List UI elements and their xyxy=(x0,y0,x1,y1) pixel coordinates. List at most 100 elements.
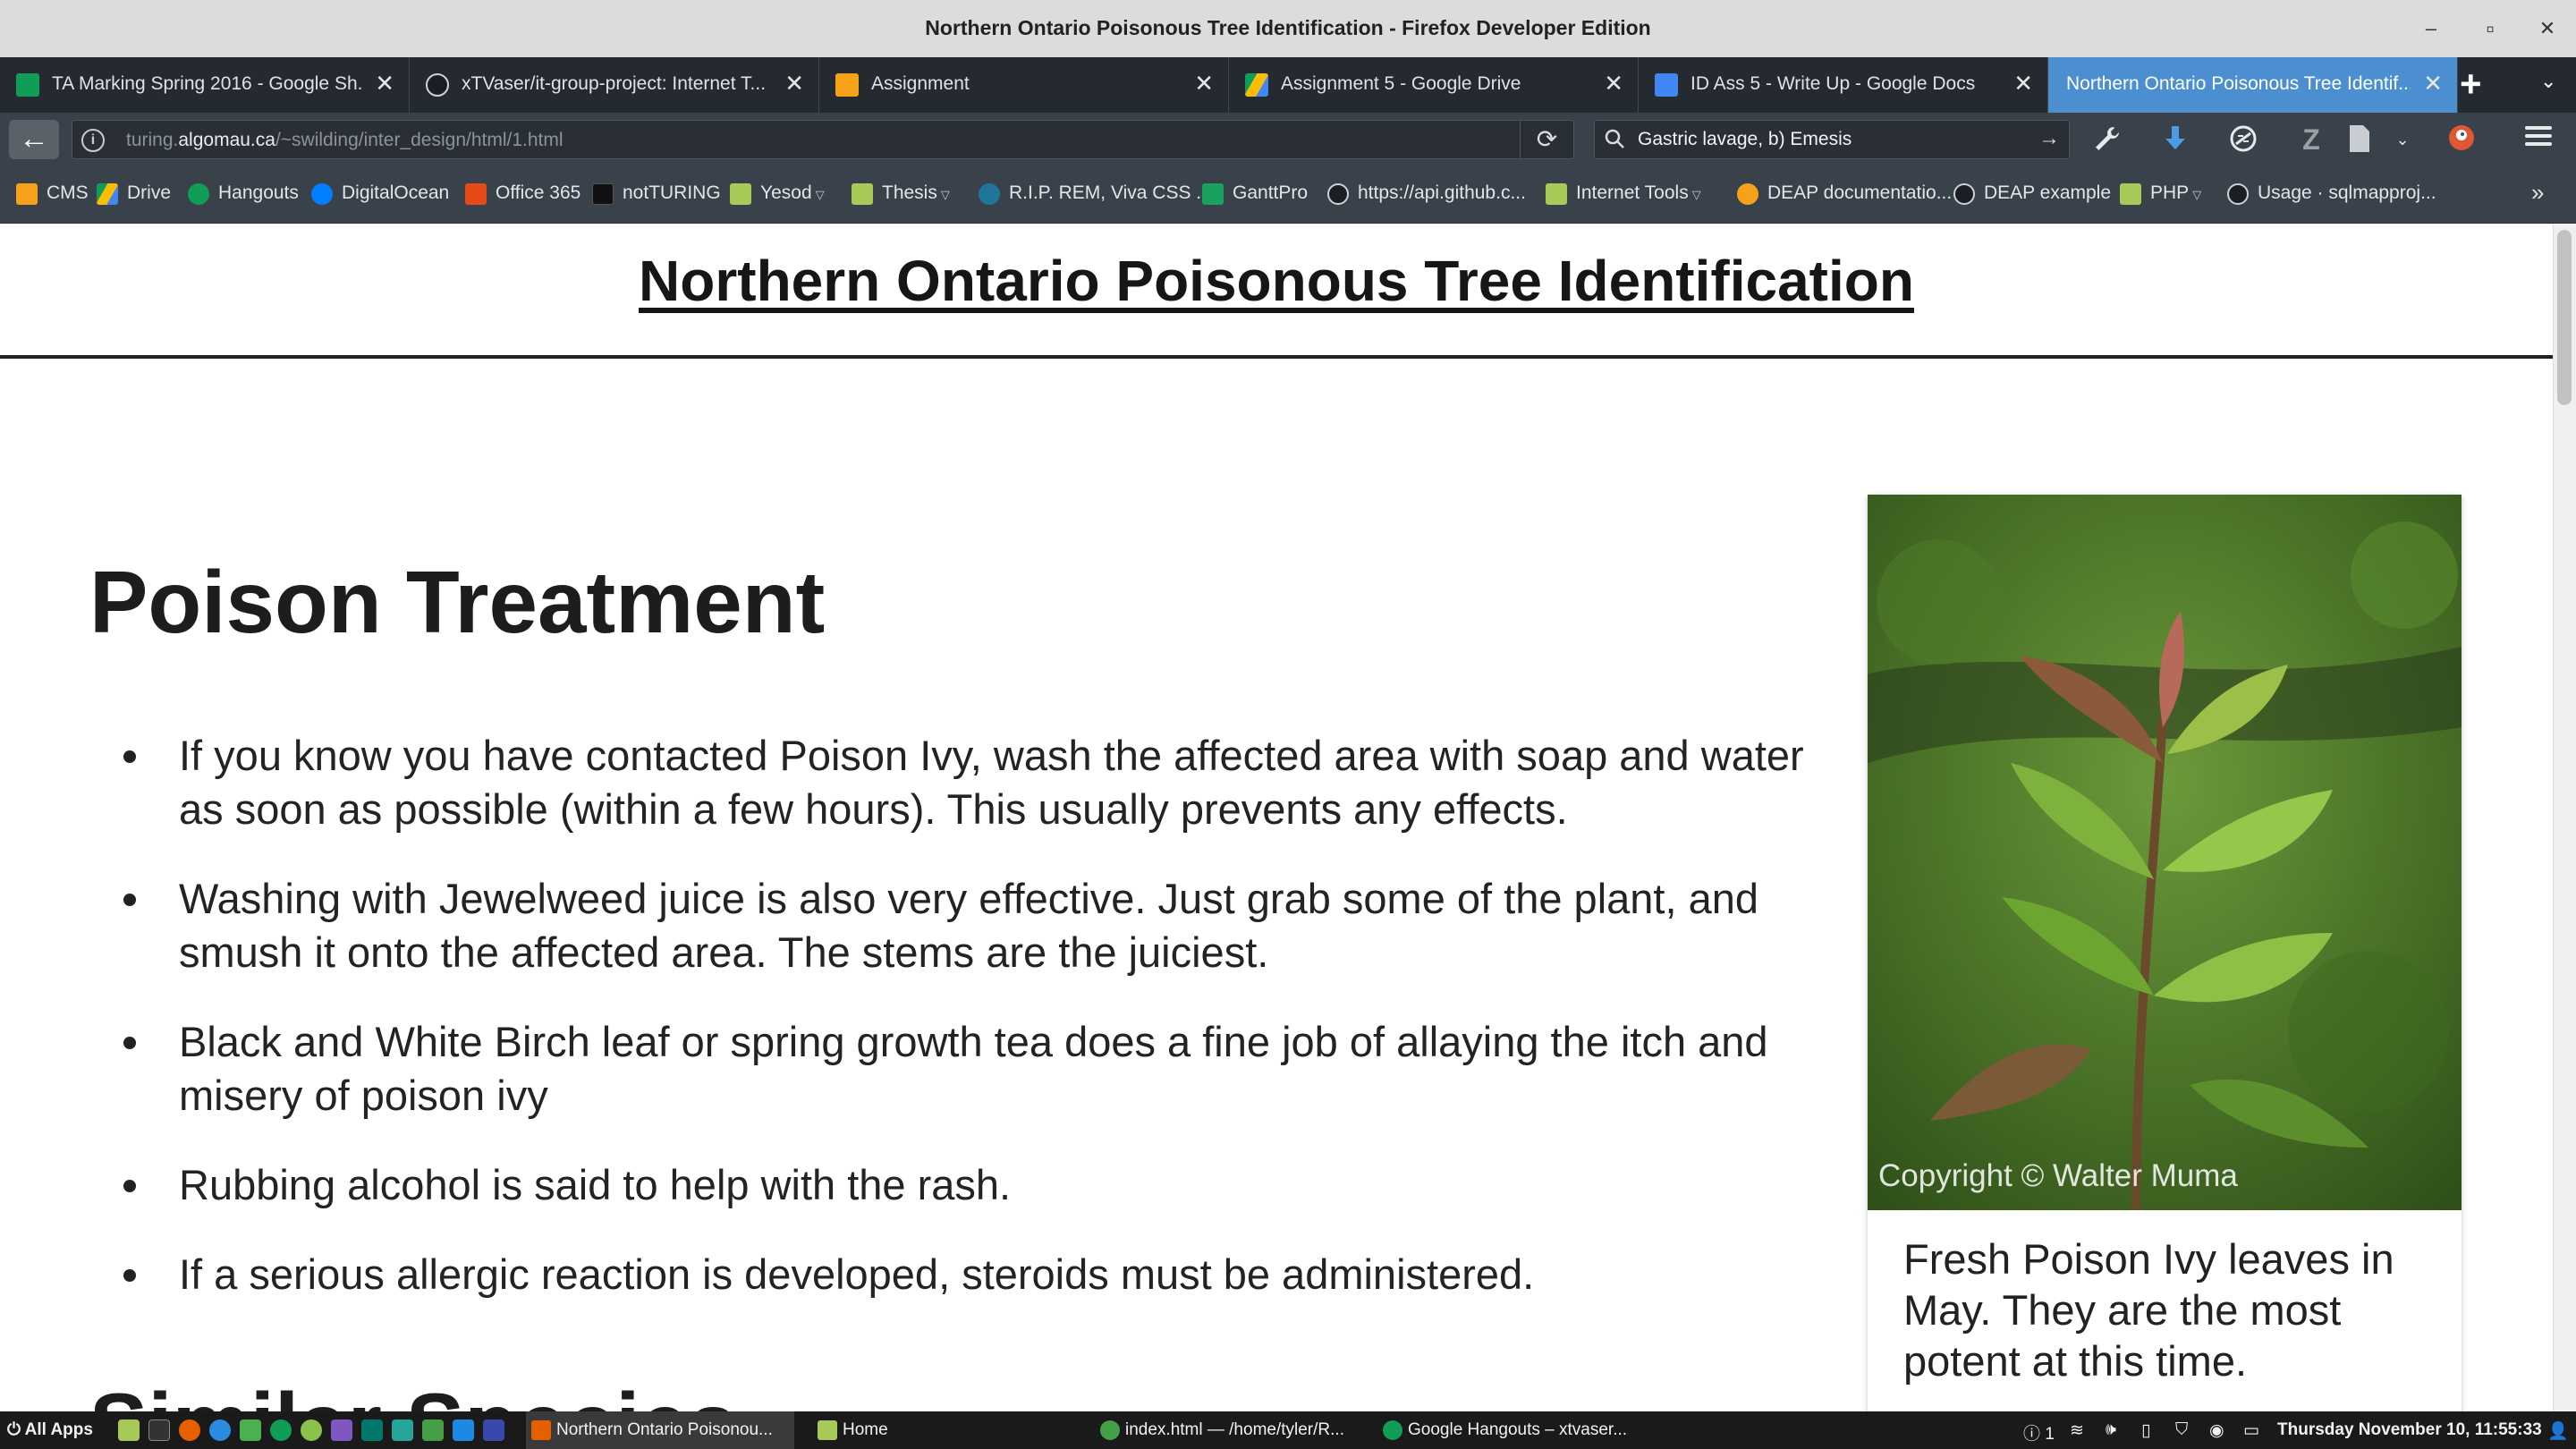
app-icon[interactable] xyxy=(453,1419,474,1441)
notifications-icon[interactable]: ⓘ 1 xyxy=(2023,1420,2055,1445)
taskbar-item-editor[interactable]: index.html — /home/tyler/R... xyxy=(1095,1411,1363,1449)
app-icon[interactable] xyxy=(392,1419,413,1441)
bookmark-folder-thesis[interactable]: Thesis ▽ xyxy=(852,182,950,208)
user-icon[interactable]: 👤 xyxy=(2547,1420,2569,1442)
new-tab-button[interactable]: + xyxy=(2460,63,2482,106)
minimize-button[interactable]: – xyxy=(2415,13,2447,45)
url-text[interactable]: turing.algomau.ca/~swilding/inter_design… xyxy=(126,130,564,151)
bookmarks-toolbar: CMS Drive Hangouts DigitalOcean Office 3… xyxy=(0,166,2576,224)
bookmark-folder-php[interactable]: PHP ▽ xyxy=(2120,182,2201,208)
site-title: Northern Ontario Poisonous Tree Identifi… xyxy=(639,249,1914,313)
search-bar[interactable]: → xyxy=(1594,120,2070,159)
firefox-icon xyxy=(531,1420,551,1440)
browser-icon[interactable] xyxy=(209,1419,231,1441)
folder-icon xyxy=(2120,183,2141,205)
bookmark-cms[interactable]: CMS xyxy=(16,182,89,208)
tab-strip: TA Marking Spring 2016 - Google Sh... ✕ … xyxy=(0,57,2576,113)
menu-hamburger-icon[interactable] xyxy=(2522,122,2555,154)
taskbar-item-firefox[interactable]: Northern Ontario Poisonou... xyxy=(526,1411,794,1449)
bookmark-deap-docs[interactable]: DEAP documentatio... xyxy=(1737,182,1952,208)
reload-button[interactable]: ⟳ xyxy=(1520,121,1573,158)
window-titlebar: Northern Ontario Poisonous Tree Identifi… xyxy=(0,0,2576,57)
search-go-icon[interactable]: → xyxy=(2038,126,2060,151)
page-actions-chevron-icon[interactable]: ⌄ xyxy=(2386,123,2419,156)
tab-assignment[interactable]: Assignment ✕ xyxy=(819,57,1229,113)
clock[interactable]: Thursday November 10, 11:55:33 xyxy=(2277,1420,2542,1440)
bookmark-folder-yesod[interactable]: Yesod ▽ xyxy=(730,182,825,208)
firefox-icon[interactable] xyxy=(179,1419,200,1441)
github-icon xyxy=(1327,183,1349,205)
developer-tools-wrench-icon[interactable] xyxy=(2091,123,2123,156)
volume-icon[interactable]: 🕪 xyxy=(2106,1420,2116,1440)
search-input[interactable] xyxy=(1638,126,2013,153)
tab-label: Assignment 5 - Google Drive xyxy=(1281,73,1521,94)
display-icon[interactable]: ▭ xyxy=(2243,1420,2259,1441)
tab-ta-marking[interactable]: TA Marking Spring 2016 - Google Sh... ✕ xyxy=(0,57,410,113)
all-apps-button[interactable]: ⏻ All Apps xyxy=(7,1420,93,1440)
sheets-icon xyxy=(16,73,39,97)
ide-icon[interactable] xyxy=(331,1419,352,1441)
os-taskbar: ⏻ All Apps Northern Ontario Poisonou... … xyxy=(0,1411,2576,1449)
tab-google-docs[interactable]: ID Ass 5 - Write Up - Google Docs ✕ xyxy=(1639,57,2048,113)
chrome-icon[interactable]: ◉ xyxy=(2209,1420,2224,1441)
close-tab-icon[interactable]: ✕ xyxy=(784,70,804,97)
github-icon xyxy=(1953,183,1975,205)
downloads-icon[interactable] xyxy=(2159,123,2191,156)
tab-google-drive[interactable]: Assignment 5 - Google Drive ✕ xyxy=(1229,57,1639,113)
bookmark-folder-internet-tools[interactable]: Internet Tools ▽ xyxy=(1546,182,1701,208)
bookmark-ganttpro[interactable]: GanttPro xyxy=(1202,182,1308,208)
taskbar-item-home[interactable]: Home xyxy=(812,1411,1080,1449)
bookmark-digitalocean[interactable]: DigitalOcean xyxy=(311,182,449,208)
addon-icon[interactable] xyxy=(2227,123,2259,156)
bookmark-office-365[interactable]: Office 365 xyxy=(465,182,580,208)
reader-view-icon[interactable] xyxy=(2343,123,2376,156)
tab-label: Northern Ontario Poisonous Tree Identif.… xyxy=(2066,73,2411,94)
close-tab-icon[interactable]: ✕ xyxy=(375,70,394,97)
wifi-icon[interactable]: ≋ xyxy=(2070,1420,2084,1441)
close-tab-icon[interactable]: ✕ xyxy=(1604,70,1623,97)
window-title: Northern Ontario Poisonous Tree Identifi… xyxy=(925,16,1651,39)
app-icon[interactable] xyxy=(301,1419,322,1441)
zotero-icon[interactable]: Z xyxy=(2295,123,2327,156)
bookmark-api-github[interactable]: https://api.github.c... xyxy=(1327,182,1526,208)
duckduckgo-icon[interactable] xyxy=(2445,123,2478,156)
page-scrollbar[interactable] xyxy=(2553,225,2576,1411)
maximize-button[interactable]: ▫ xyxy=(2474,13,2506,45)
folder-icon xyxy=(852,183,873,205)
hangouts-icon xyxy=(188,183,209,205)
tab-list-chevron-icon[interactable]: ⌄ xyxy=(2540,70,2556,93)
bookmark-sqlmap-usage[interactable]: Usage · sqlmapproj... xyxy=(2227,182,2436,208)
close-tab-icon[interactable]: ✕ xyxy=(1194,70,1214,97)
drive-icon xyxy=(97,183,118,205)
url-bar[interactable]: i turing.algomau.ca/~swilding/inter_desi… xyxy=(72,120,1574,159)
office-icon xyxy=(465,183,487,205)
bookmark-hangouts[interactable]: Hangouts xyxy=(188,182,299,208)
close-window-button[interactable]: ✕ xyxy=(2531,13,2563,45)
text-editor-icon[interactable] xyxy=(240,1419,261,1441)
bookmark-rip-rem[interactable]: R.I.P. REM, Viva CSS ... xyxy=(979,182,1212,208)
back-button[interactable]: ← xyxy=(9,120,59,159)
tab-poisonous-trees[interactable]: Northern Ontario Poisonous Tree Identif.… xyxy=(2048,57,2458,113)
app-icon[interactable] xyxy=(361,1419,383,1441)
site-info-icon[interactable]: i xyxy=(81,129,105,152)
bookmark-notturing[interactable]: notTURING xyxy=(592,182,721,208)
taskbar-item-hangouts[interactable]: Google Hangouts – xtvaser... xyxy=(1377,1411,1646,1449)
cms-icon xyxy=(16,183,38,205)
terminal-icon[interactable] xyxy=(148,1419,170,1441)
bookmark-deap-example[interactable]: DEAP example xyxy=(1953,182,2111,208)
chevron-down-icon: ▽ xyxy=(2192,188,2202,201)
shield-icon[interactable]: ⛉ xyxy=(2175,1420,2188,1440)
file-manager-icon[interactable] xyxy=(118,1419,140,1441)
close-tab-icon[interactable]: ✕ xyxy=(2423,70,2443,97)
folder-icon xyxy=(730,183,751,205)
tab-github-repo[interactable]: xTVaser/it-group-project: Internet T... … xyxy=(410,57,819,113)
scrollbar-thumb[interactable] xyxy=(2557,230,2572,405)
bookmarks-overflow-icon[interactable]: » xyxy=(2531,179,2544,207)
battery-icon[interactable]: ▯ xyxy=(2141,1420,2150,1441)
app-icon[interactable] xyxy=(422,1419,444,1441)
hangouts-icon[interactable] xyxy=(270,1419,292,1441)
app-icon[interactable] xyxy=(483,1419,504,1441)
close-tab-icon[interactable]: ✕ xyxy=(2013,70,2033,97)
bookmark-drive[interactable]: Drive xyxy=(97,182,171,208)
list-item: Rubbing alcohol is said to help with the… xyxy=(89,1158,1816,1212)
